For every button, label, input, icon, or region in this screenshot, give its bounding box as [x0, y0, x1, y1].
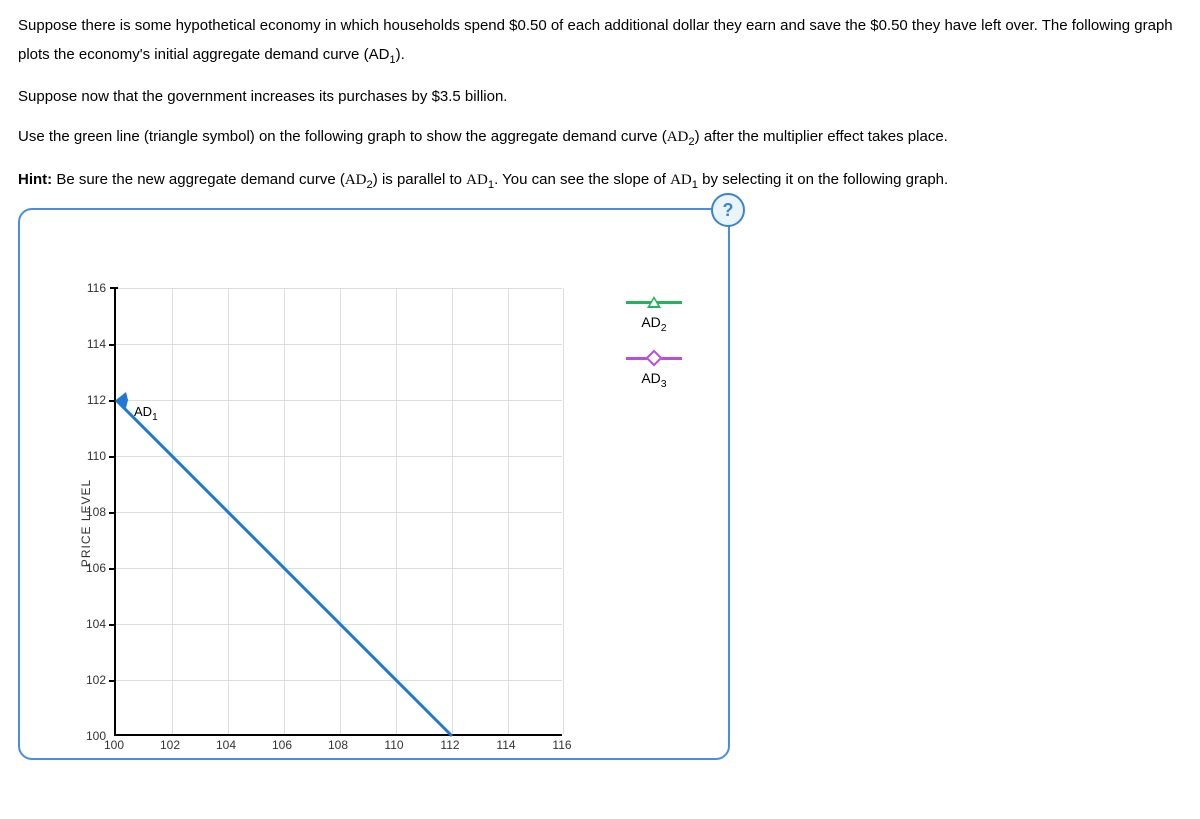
graph-container: ? PRICE LEVEL AD1 [18, 208, 730, 760]
y-tick-label: 112 [76, 393, 106, 407]
y-tick-label: 108 [76, 505, 106, 519]
ad1-label: AD [466, 172, 488, 188]
tick [109, 568, 115, 570]
diamond-icon [626, 356, 682, 360]
chart[interactable]: PRICE LEVEL AD1 [44, 288, 704, 758]
triangle-icon [626, 300, 682, 304]
y-tick-label: 106 [76, 561, 106, 575]
x-tick-label: 114 [496, 738, 515, 752]
tick [109, 680, 115, 682]
y-tick-label: 104 [76, 617, 106, 631]
y-axis-label: PRICE LEVEL [79, 479, 93, 567]
axis-cap [110, 287, 118, 289]
help-button[interactable]: ? [711, 193, 745, 227]
x-tick-label: 112 [440, 738, 459, 752]
ad1-line[interactable] [116, 400, 452, 736]
y-tick-label: 114 [76, 337, 106, 351]
ad1-label: AD [369, 46, 390, 63]
ad2-label: AD [667, 129, 689, 145]
plot-area[interactable]: AD1 [114, 288, 562, 736]
text: ) after the multiplier effect takes plac… [695, 128, 948, 145]
help-icon: ? [723, 200, 734, 221]
y-tick-label: 100 [76, 729, 106, 743]
ad1-label: AD [670, 172, 692, 188]
x-tick-label: 106 [272, 738, 292, 752]
question-paragraph-1: Suppose there is some hypothetical econo… [18, 12, 1182, 71]
legend-item-ad2[interactable]: AD2 [604, 300, 704, 334]
text: Suppose now that the government increase… [18, 88, 507, 105]
legend-label: AD3 [641, 370, 666, 390]
x-tick-label: 110 [384, 738, 403, 752]
text: Be sure the new aggregate demand curve ( [52, 171, 345, 188]
ad2-label: AD [345, 172, 367, 188]
y-tick-label: 116 [76, 281, 106, 295]
y-tick-label: 110 [76, 449, 106, 463]
tick [109, 344, 115, 346]
text: by selecting it on the following graph. [698, 171, 948, 188]
plot-svg: AD1 [116, 288, 564, 736]
question-paragraph-2: Suppose now that the government increase… [18, 83, 1182, 112]
tick [109, 624, 115, 626]
question-instruction: Use the green line (triangle symbol) on … [18, 123, 1182, 153]
tick [109, 456, 115, 458]
tick [109, 400, 115, 402]
tick [109, 512, 115, 514]
x-tick-label: 108 [328, 738, 348, 752]
question-hint: Hint: Be sure the new aggregate demand c… [18, 166, 1182, 196]
text: . You can see the slope of [494, 171, 670, 188]
legend: AD2 AD3 [604, 300, 704, 412]
x-tick-label: 116 [552, 738, 571, 752]
y-tick-label: 102 [76, 673, 106, 687]
x-tick-label: 102 [160, 738, 180, 752]
text: ) is parallel to [373, 171, 466, 188]
text: Use the green line (triangle symbol) on … [18, 128, 667, 145]
legend-item-ad3[interactable]: AD3 [604, 356, 704, 390]
x-tick-label: 100 [104, 738, 124, 752]
hint-label: Hint: [18, 171, 52, 188]
x-tick-label: 104 [216, 738, 236, 752]
legend-label: AD2 [641, 314, 666, 334]
text: ). [396, 46, 405, 63]
text: Suppose there is some hypothetical econo… [18, 17, 1173, 63]
